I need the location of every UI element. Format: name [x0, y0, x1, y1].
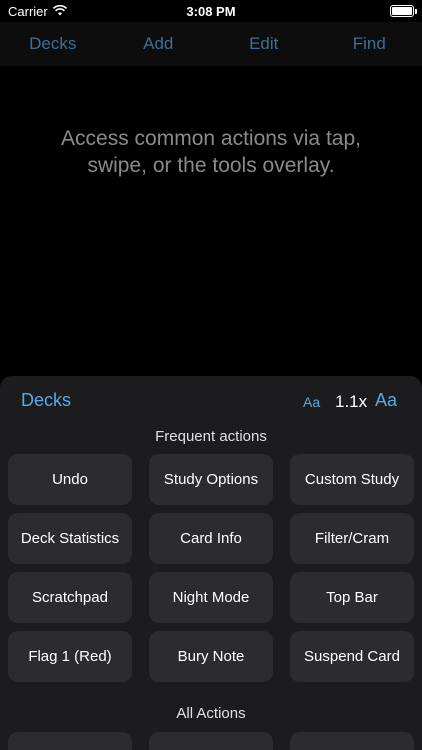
battery-icon [390, 5, 417, 17]
custom-study-button[interactable]: Custom Study [290, 454, 414, 505]
deck-statistics-button[interactable]: Deck Statistics [8, 513, 132, 564]
battery-cap [415, 9, 417, 14]
suspend-card-button[interactable]: Suspend Card [290, 631, 414, 682]
undo-button[interactable]: Undo [8, 454, 132, 505]
all-actions-title: All Actions [176, 705, 246, 722]
status-bar: Carrier 3:08 PM [0, 0, 422, 22]
nav-decks-button[interactable]: Decks [0, 34, 106, 54]
study-options-button[interactable]: Study Options [149, 454, 273, 505]
zoom-level: 1.1x [335, 392, 368, 411]
screen: Carrier 3:08 PM Decks Add Edit Find Acce… [0, 0, 422, 750]
scratchpad-button[interactable]: Scratchpad [8, 572, 132, 623]
nav-find-button[interactable]: Find [317, 34, 422, 54]
top-bar-button[interactable]: Top Bar [290, 572, 414, 623]
bury-note-button[interactable]: Bury Note [149, 631, 273, 682]
all-action-button[interactable] [8, 732, 132, 750]
frequent-actions-title: Frequent actions [155, 428, 267, 445]
tools-overlay: Decks Aa 1.1x Aa Frequent actions Undo S… [0, 376, 422, 750]
top-nav: Decks Add Edit Find [0, 22, 422, 66]
battery-fill [392, 7, 412, 15]
font-decrease-button[interactable]: Aa [303, 394, 320, 410]
font-increase-button[interactable]: Aa [375, 390, 397, 411]
nav-edit-button[interactable]: Edit [211, 34, 317, 54]
overlay-header: Decks Aa 1.1x Aa [0, 388, 422, 414]
all-action-button[interactable] [149, 732, 273, 750]
status-time: 3:08 PM [186, 4, 236, 19]
all-action-button[interactable] [290, 732, 414, 750]
hint-text: Access common actions via tap, swipe, or… [61, 127, 361, 177]
filter-cram-button[interactable]: Filter/Cram [290, 513, 414, 564]
night-mode-button[interactable]: Night Mode [149, 572, 273, 623]
overlay-decks-button[interactable]: Decks [21, 390, 71, 411]
nav-add-button[interactable]: Add [106, 34, 212, 54]
flag-red-button[interactable]: Flag 1 (Red) [8, 631, 132, 682]
card-info-button[interactable]: Card Info [149, 513, 273, 564]
